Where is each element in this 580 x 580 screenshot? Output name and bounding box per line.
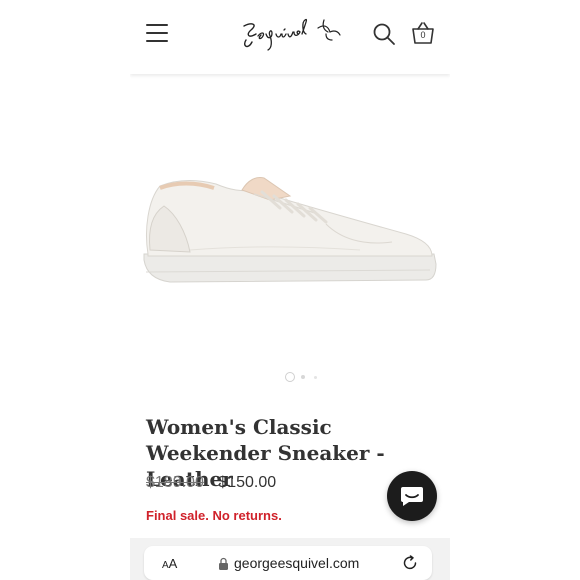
search-icon[interactable]: [372, 22, 396, 46]
menu-icon[interactable]: [146, 24, 168, 42]
lock-icon: [219, 557, 228, 570]
final-sale-notice: Final sale. No returns.: [146, 508, 282, 523]
chat-icon: [401, 487, 423, 506]
chat-button[interactable]: [387, 471, 437, 521]
price-row: $189.00 $150.00: [146, 474, 276, 492]
background-left: [0, 0, 130, 580]
sale-price: $150.00: [218, 474, 277, 491]
url-text[interactable]: georgeesquivel.com: [234, 555, 359, 571]
product-image[interactable]: [130, 150, 450, 320]
reload-icon[interactable]: [402, 555, 418, 571]
cart-count-badge: 0: [420, 30, 426, 40]
address-bar[interactable]: AA georgeesquivel.com: [144, 546, 432, 580]
carousel-dot[interactable]: [314, 376, 317, 379]
compare-at-price: $189.00: [146, 474, 204, 491]
text-size-button[interactable]: AA: [162, 556, 177, 571]
phone-screen: 0 Women's Classic Weekender Sneaker - Le…: [130, 0, 450, 580]
brand-logo[interactable]: [238, 10, 348, 56]
site-header: 0: [130, 0, 450, 74]
carousel-dot[interactable]: [301, 375, 305, 379]
background-right: [450, 0, 580, 580]
carousel-dot-active[interactable]: [285, 372, 295, 382]
browser-toolbar: AA georgeesquivel.com: [130, 538, 450, 580]
basket-icon[interactable]: 0: [410, 20, 436, 46]
